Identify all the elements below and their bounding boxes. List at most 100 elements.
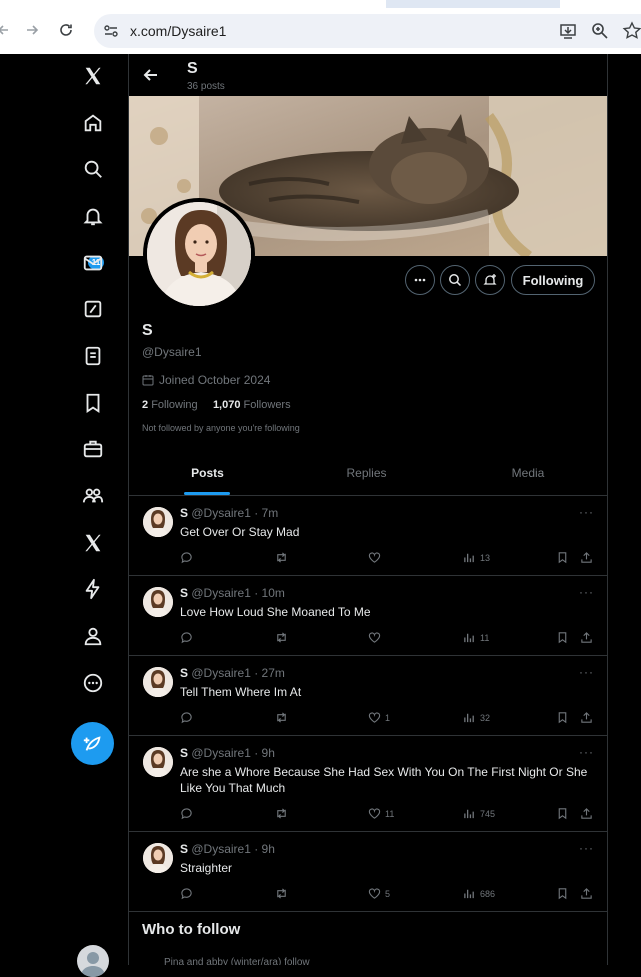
premium-x-icon[interactable] [78, 528, 108, 558]
post-actions: 11 [180, 630, 600, 646]
reply-button[interactable] [180, 550, 193, 566]
repost-button[interactable] [275, 710, 288, 726]
post-meta[interactable]: @Dysaire1 · 9h [191, 842, 275, 856]
share-button[interactable] [580, 550, 593, 566]
share-button[interactable] [580, 806, 593, 822]
post-item[interactable]: S @Dysaire1 · 9h ··· Are she a Whore Becau… [129, 736, 607, 832]
browser-tab[interactable] [560, 0, 641, 8]
address-bar[interactable]: x.com/Dysaire1 [94, 14, 641, 48]
post-author-name[interactable]: S [180, 586, 188, 600]
communities-icon[interactable] [78, 481, 108, 511]
compose-post-button[interactable] [71, 722, 114, 765]
tab-media[interactable]: Media [447, 450, 607, 496]
reply-icon [180, 551, 193, 566]
more-options-button[interactable] [405, 265, 435, 295]
home-icon[interactable] [78, 108, 108, 138]
post-meta[interactable]: @Dysaire1 · 9h [191, 746, 275, 760]
post-meta[interactable]: @Dysaire1 · 10m [191, 586, 285, 600]
post-item[interactable]: S @Dysaire1 · 10m ··· Love How Loud She Mo… [129, 576, 607, 656]
zoom-icon[interactable] [590, 21, 610, 41]
post-item[interactable]: S @Dysaire1 · 7m ··· Get Over Or Stay Mad 1… [129, 496, 607, 576]
post-author-name[interactable]: S [180, 506, 188, 520]
grok-icon[interactable] [78, 294, 108, 324]
search-profile-button[interactable] [440, 265, 470, 295]
post-avatar[interactable] [143, 747, 173, 777]
post-text: Straighter [180, 861, 233, 875]
post-avatar[interactable] [143, 507, 173, 537]
repost-button[interactable] [275, 550, 288, 566]
views-button[interactable]: 745 [463, 806, 495, 822]
share-button[interactable] [580, 886, 593, 902]
jobs-briefcase-icon[interactable] [78, 434, 108, 464]
search-icon[interactable] [78, 154, 108, 184]
lists-icon[interactable] [78, 341, 108, 371]
post-item[interactable]: S @Dysaire1 · 9h ··· Straighter 5 686 [129, 832, 607, 912]
repost-button[interactable] [275, 886, 288, 902]
repost-button[interactable] [275, 630, 288, 646]
header-name: S [187, 60, 198, 77]
like-button[interactable]: 5 [368, 886, 390, 902]
bookmark-star-icon[interactable] [622, 21, 641, 41]
like-button[interactable] [368, 550, 385, 566]
like-button[interactable]: 1 [368, 710, 390, 726]
notifications-bell-icon[interactable] [78, 201, 108, 231]
tab-posts[interactable]: Posts [129, 450, 286, 496]
post-author-name[interactable]: S [180, 666, 188, 680]
bookmark-button[interactable] [556, 806, 569, 822]
bookmark-button[interactable] [556, 886, 569, 902]
reply-button[interactable] [180, 886, 193, 902]
profile-main-column: S 36 posts Following S @Dysaire1 Joined … [128, 54, 608, 965]
notify-button[interactable] [475, 265, 505, 295]
browser-tab[interactable] [0, 0, 386, 8]
reply-button[interactable] [180, 710, 193, 726]
post-avatar[interactable] [143, 843, 173, 873]
repost-button[interactable] [275, 806, 288, 822]
post-meta[interactable]: @Dysaire1 · 7m [191, 506, 278, 520]
following-button[interactable]: Following [511, 265, 595, 295]
forward-nav-icon[interactable] [18, 16, 46, 44]
post-more-icon[interactable]: ··· [579, 841, 594, 855]
x-logo-icon[interactable] [78, 61, 108, 91]
post-avatar[interactable] [143, 587, 173, 617]
account-avatar[interactable] [77, 945, 109, 977]
back-arrow-icon[interactable] [141, 65, 161, 85]
profile-person-icon[interactable] [78, 621, 108, 651]
bookmark-button[interactable] [556, 630, 569, 646]
views-button[interactable]: 13 [463, 550, 490, 566]
messages-envelope-icon[interactable] [78, 248, 108, 278]
post-more-icon[interactable]: ··· [579, 665, 594, 679]
tab-replies[interactable]: Replies [286, 450, 447, 496]
like-button[interactable] [368, 630, 385, 646]
post-avatar[interactable] [143, 667, 173, 697]
bookmark-button[interactable] [556, 710, 569, 726]
install-app-icon[interactable] [558, 21, 578, 41]
profile-name: S [142, 322, 153, 339]
site-settings-icon[interactable] [102, 22, 120, 40]
post-author-name[interactable]: S [180, 842, 188, 856]
followers-link[interactable]: 1,070 Followers [213, 399, 291, 411]
more-circle-icon[interactable] [78, 668, 108, 698]
like-button[interactable]: 11 [368, 806, 394, 822]
reload-icon[interactable] [52, 16, 80, 44]
share-button[interactable] [580, 630, 593, 646]
views-button[interactable]: 686 [463, 886, 495, 902]
back-nav-icon[interactable] [0, 16, 18, 44]
profile-avatar[interactable] [143, 198, 255, 310]
post-meta[interactable]: @Dysaire1 · 27m [191, 666, 285, 680]
verified-orgs-lightning-icon[interactable] [78, 574, 108, 604]
post-item[interactable]: S @Dysaire1 · 27m ··· Tell Them Where Im A… [129, 656, 607, 736]
views-button[interactable]: 11 [463, 630, 489, 646]
bookmarks-icon[interactable] [78, 388, 108, 418]
url-text[interactable]: x.com/Dysaire1 [130, 23, 226, 39]
post-more-icon[interactable]: ··· [579, 585, 594, 599]
views-button[interactable]: 32 [463, 710, 490, 726]
post-author-name[interactable]: S [180, 746, 188, 760]
bookmark-button[interactable] [556, 550, 569, 566]
following-link[interactable]: 2 Following [142, 399, 198, 411]
reply-button[interactable] [180, 806, 193, 822]
repost-icon [275, 807, 288, 822]
post-more-icon[interactable]: ··· [579, 745, 594, 759]
reply-button[interactable] [180, 630, 193, 646]
post-more-icon[interactable]: ··· [579, 505, 594, 519]
share-button[interactable] [580, 710, 593, 726]
